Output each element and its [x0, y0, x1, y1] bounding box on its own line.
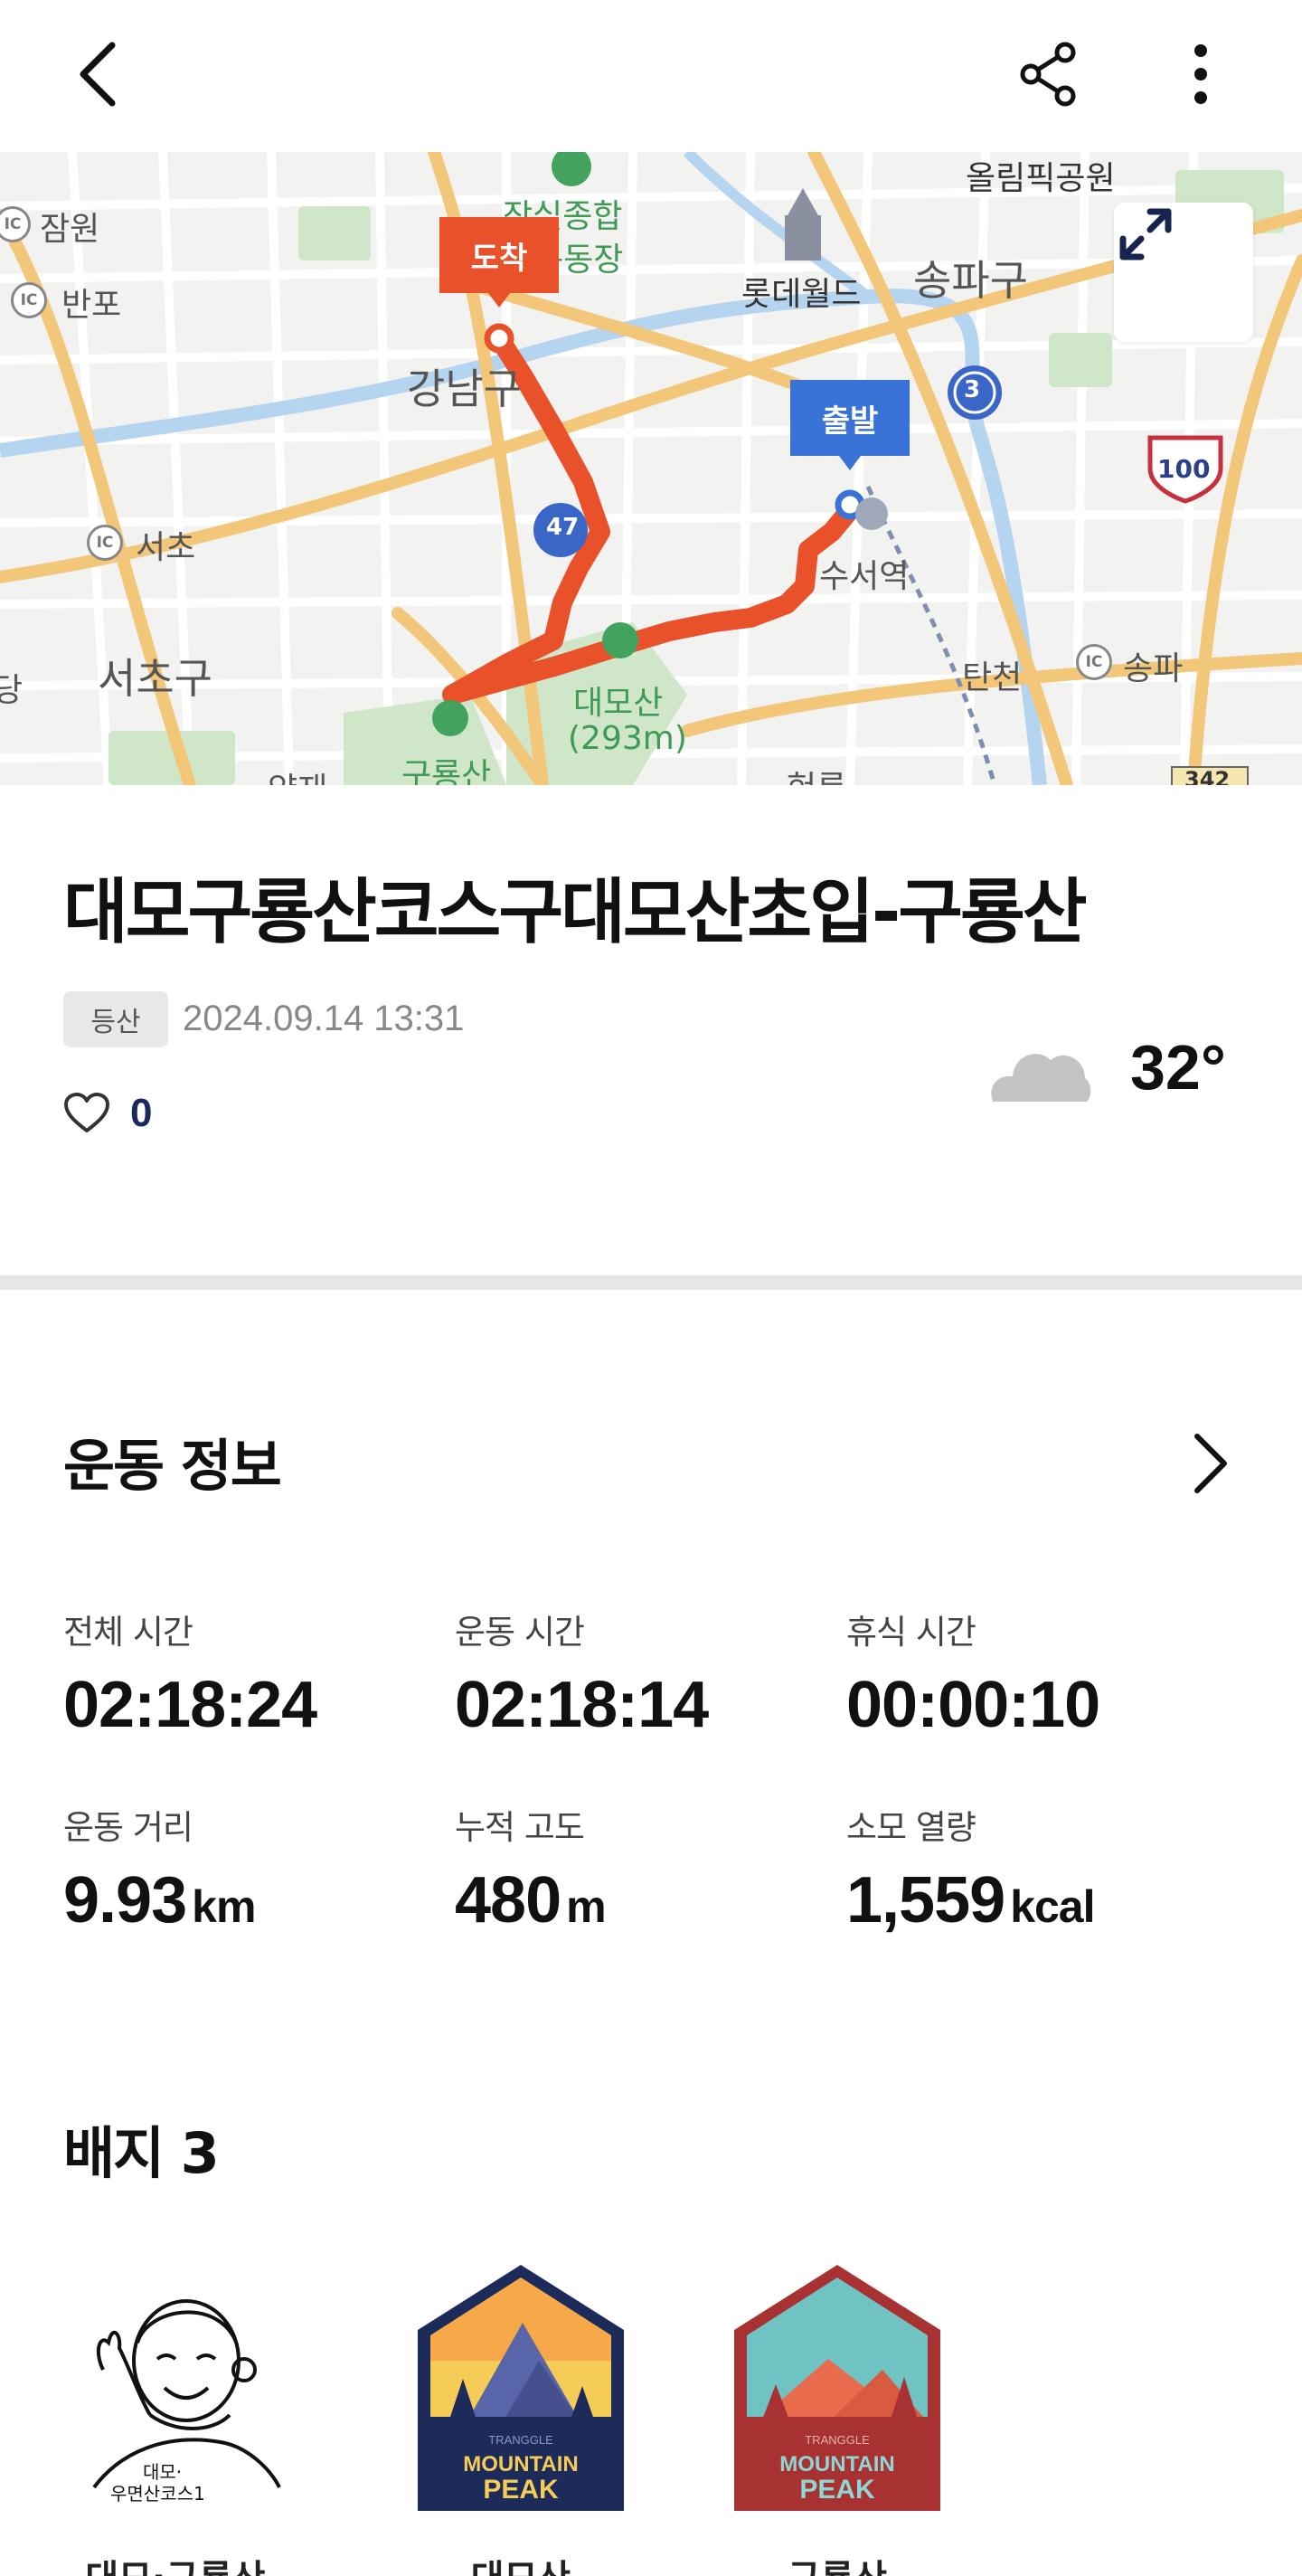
map-label-tancheon: 탄천 — [962, 659, 1023, 696]
badge-name: 구룡산 — [729, 2549, 946, 2576]
stat-label: 소모 열량 — [846, 1808, 976, 1847]
map-label-jamwon: 잠원 — [40, 211, 100, 248]
stat-label: 운동 시간 — [455, 1613, 585, 1652]
route-shield-47: 47 — [546, 514, 580, 541]
stat-unit: m — [566, 1881, 606, 1932]
badge-brand: TRANGGLE — [488, 2433, 553, 2447]
stat-calories: 소모 열량 1,559 kcal — [846, 1800, 1208, 1937]
exercise-info-detail-button[interactable] — [1172, 1420, 1248, 1507]
badge-line2: PEAK — [483, 2475, 559, 2505]
map-label-lotte-world: 롯데월드 — [741, 276, 862, 313]
map-ic-chip: IC — [1076, 644, 1112, 680]
badge-handwriting-line2: 우면산코스1 — [110, 2483, 205, 2505]
like-count: 0 — [130, 1091, 153, 1135]
stat-value: 02:18:14 — [455, 1669, 709, 1741]
badge-handwriting-line1: 대모· — [143, 2461, 182, 2483]
stat-elevation-gain: 누적 고도 480 m — [455, 1800, 816, 1937]
mountain-peak-badge-blue: TRANGGLE MOUNTAIN PEAK — [418, 2265, 624, 2511]
stat-exercise-time: 운동 시간 02:18:14 — [455, 1605, 816, 1742]
stat-value: 480 — [455, 1864, 561, 1937]
map-label-daemosan: 대모산 — [573, 685, 664, 722]
map-label-guryongsan: 구룡산 — [401, 757, 492, 785]
map-label-songpa: 송파 — [1123, 650, 1184, 687]
badge-name: 대모·구룡산 — [67, 2549, 284, 2576]
stat-rest-time: 휴식 시간 00:00:10 — [846, 1605, 1208, 1742]
character-sketch-badge: 대모· 우면산코스1 — [92, 2299, 281, 2505]
map-label-banpo: 반포 — [61, 287, 122, 324]
like-button[interactable]: 0 — [63, 1091, 152, 1136]
route-shield-3: 3 — [964, 376, 981, 403]
route-shield-342: 342 — [1184, 767, 1231, 785]
route-map[interactable]: 올림픽공원 IC 잠원 IC 반포 잠실종합 운동장 롯데월드 송파구 강남구 … — [0, 152, 1302, 785]
stat-value: 9.93 — [63, 1864, 187, 1937]
share-icon — [1020, 42, 1076, 107]
exercise-info-title: 운동 정보 — [63, 1433, 282, 1499]
share-button[interactable] — [1005, 31, 1092, 118]
badge-line2: PEAK — [799, 2475, 875, 2505]
stat-unit: km — [192, 1881, 256, 1932]
stat-value: 00:00:10 — [846, 1669, 1100, 1741]
stat-value: 1,559 — [846, 1864, 1005, 1937]
start-flag: 출발 — [790, 380, 910, 456]
stat-total-time: 전체 시간 02:18:24 — [63, 1605, 425, 1742]
map-label-olympic-park: 올림픽공원 — [966, 160, 1116, 197]
top-app-bar — [0, 0, 1302, 152]
mountain-peak-badge-red: TRANGGLE MOUNTAIN PEAK — [734, 2265, 940, 2511]
end-flag: 도착 — [439, 217, 559, 293]
map-label-songpa-gu: 송파구 — [913, 256, 1028, 305]
stat-label: 운동 거리 — [63, 1808, 193, 1847]
badge-brand: TRANGGLE — [805, 2433, 870, 2447]
heart-outline-icon — [64, 1093, 109, 1132]
more-vertical-icon — [1194, 44, 1207, 104]
chevron-right-icon — [1194, 1434, 1227, 1493]
badge-line1: MOUNTAIN — [463, 2452, 579, 2477]
temperature: 32° — [1130, 1032, 1226, 1103]
map-label-seocho: 서초 — [136, 529, 196, 566]
map-ic-chip: IC — [87, 525, 123, 561]
map-ic-chip: IC — [11, 282, 47, 318]
route-shield-100: 100 — [1157, 454, 1211, 484]
stat-label: 휴식 시간 — [846, 1613, 976, 1652]
badge-name: 대모산 — [412, 2549, 629, 2576]
section-divider — [0, 1275, 1302, 1290]
end-point-marker — [484, 323, 514, 354]
map-label-heolleung: 헌릉 — [787, 762, 846, 785]
stat-value: 02:18:24 — [63, 1669, 317, 1741]
cloud-icon — [991, 1054, 1091, 1102]
chevron-left-icon — [80, 42, 116, 107]
map-label-dang: 당 — [0, 672, 24, 709]
weather-info: 32° — [986, 1031, 1226, 1103]
expand-arrows-icon — [1119, 208, 1172, 260]
more-options-button[interactable] — [1157, 31, 1244, 118]
stat-unit: kcal — [1010, 1881, 1095, 1932]
map-label-suseo-station: 수서역 — [819, 558, 910, 595]
map-label-yangjae: 양재 — [268, 763, 327, 785]
stat-label: 전체 시간 — [63, 1613, 193, 1652]
stat-distance: 운동 거리 9.93 km — [63, 1800, 425, 1937]
badge-item[interactable]: 대모· 우면산코스1 — [67, 2261, 284, 2514]
badges-title: 배지 3 — [63, 2120, 220, 2186]
map-label-gangnam-gu: 강남구 — [407, 365, 522, 413]
back-button[interactable] — [54, 31, 141, 118]
badge-item[interactable]: TRANGGLE MOUNTAIN PEAK — [729, 2261, 946, 2514]
map-label-seocho-gu: 서초구 — [98, 654, 212, 703]
category-tag: 등산 — [63, 991, 168, 1047]
badge-item[interactable]: TRANGGLE MOUNTAIN PEAK — [412, 2261, 629, 2514]
activity-datetime: 2024.09.14 13:31 — [183, 999, 465, 1038]
activity-title: 대모구룡산코스구대모산초입-구룡산 — [63, 872, 1088, 953]
badge-line1: MOUNTAIN — [779, 2452, 895, 2477]
map-label-daemosan-height: (293m) — [568, 720, 687, 757]
stat-label: 누적 고도 — [455, 1808, 585, 1847]
map-expand-button[interactable] — [1114, 203, 1253, 342]
